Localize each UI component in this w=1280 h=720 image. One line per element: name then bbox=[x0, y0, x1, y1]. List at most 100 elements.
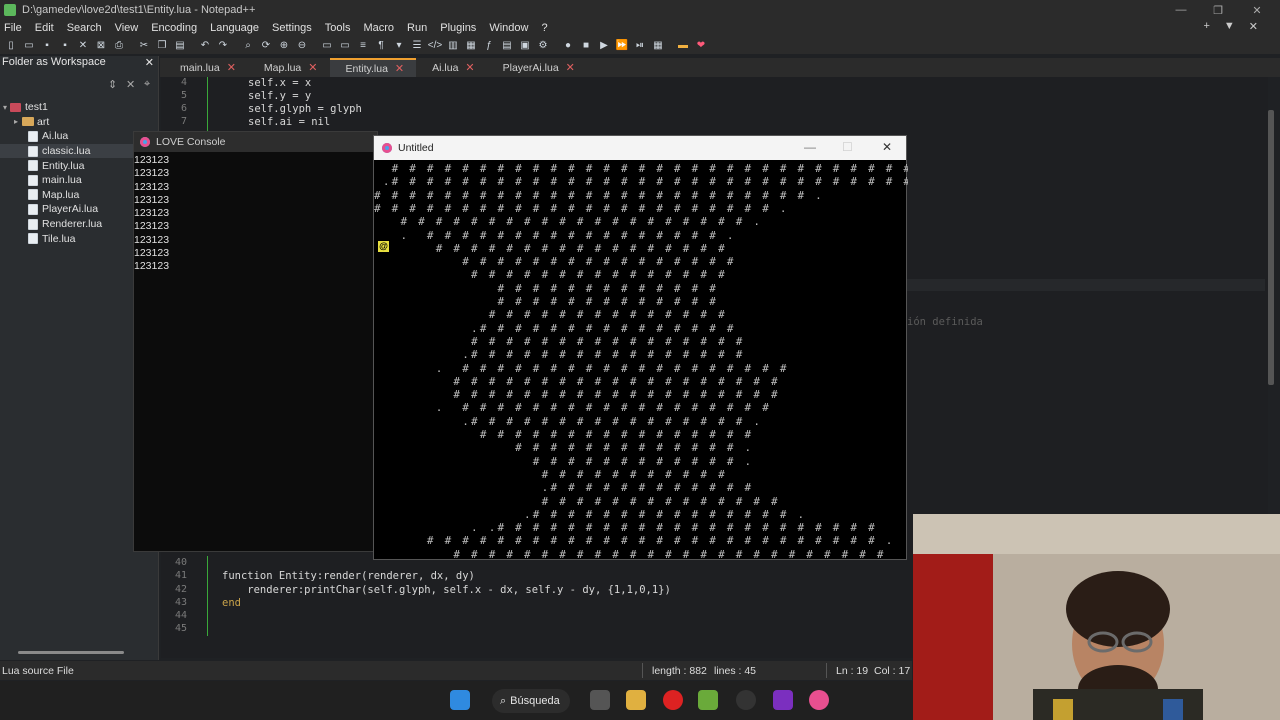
game-window[interactable]: Untitled — ☐ ✕ # # # # # # # # # # # # #… bbox=[373, 135, 908, 560]
record-macro-icon[interactable]: ● bbox=[560, 38, 576, 52]
tab-close-icon[interactable]: ✕ bbox=[566, 61, 575, 74]
monitor-icon[interactable]: ▣ bbox=[517, 38, 533, 52]
love-console-window[interactable]: LOVE Console 123123 123123 123123 123123… bbox=[133, 131, 378, 552]
menu-window[interactable]: Window bbox=[489, 22, 528, 34]
close-window-button[interactable]: ✕ bbox=[1240, 0, 1274, 20]
maximize-button[interactable]: ❐ bbox=[1201, 0, 1235, 20]
tab-close-icon[interactable]: ✕ bbox=[395, 62, 404, 75]
cut-icon[interactable]: ✂ bbox=[136, 38, 152, 52]
indent-guide-icon[interactable]: ☰ bbox=[409, 38, 425, 52]
plugin-icon[interactable]: ▬ bbox=[675, 38, 691, 52]
minimize-button[interactable]: — bbox=[1164, 0, 1198, 20]
doc-list-icon[interactable]: ▤ bbox=[499, 38, 515, 52]
tree-root[interactable]: ▾ test1 bbox=[0, 100, 158, 115]
locate-file-icon[interactable]: ⌖ bbox=[144, 78, 150, 91]
game-titlebar[interactable]: Untitled — ☐ ✕ bbox=[374, 136, 906, 160]
menu-language[interactable]: Language bbox=[210, 22, 259, 34]
play-macro-icon[interactable]: ▶ bbox=[596, 38, 612, 52]
tab-close-icon[interactable]: ✕ bbox=[227, 61, 236, 74]
sync-h-icon[interactable]: ▭ bbox=[337, 38, 353, 52]
play-multiple-icon[interactable]: ⏩ bbox=[614, 38, 630, 52]
line-number: 5 bbox=[180, 90, 187, 101]
menu-file[interactable]: File bbox=[4, 22, 22, 34]
tree-item-label: PlayerAi.lua bbox=[42, 203, 99, 216]
html-tag-icon[interactable]: </> bbox=[427, 38, 443, 52]
stop-macro-icon[interactable]: ■ bbox=[578, 38, 594, 52]
find-icon[interactable]: ⌕ bbox=[240, 38, 256, 52]
editor-vertical-scrollbar[interactable] bbox=[1268, 110, 1274, 385]
replace-icon[interactable]: ⟳ bbox=[258, 38, 274, 52]
menu-settings[interactable]: Settings bbox=[272, 22, 312, 34]
word-wrap-icon[interactable]: ≡ bbox=[355, 38, 371, 52]
tree-item-art[interactable]: ▸ art bbox=[0, 115, 158, 130]
new-tab-plus-icon[interactable]: + bbox=[1203, 20, 1209, 33]
steam-icon[interactable] bbox=[736, 690, 756, 710]
tab-playerai-lua[interactable]: PlayerAi.lua ✕ bbox=[487, 58, 587, 77]
menu-help[interactable]: ? bbox=[541, 22, 547, 34]
menu-view[interactable]: View bbox=[115, 22, 139, 34]
run-icon[interactable]: ⏯ bbox=[632, 38, 648, 52]
heart-icon[interactable]: ❤ bbox=[693, 38, 709, 52]
windows-start-icon[interactable] bbox=[450, 690, 470, 710]
task-view-icon[interactable] bbox=[590, 690, 610, 710]
search-icon: ⌕ bbox=[500, 694, 507, 707]
console-line: 123123 bbox=[134, 154, 170, 166]
taskbar-search[interactable]: ⌕ Búsqueda bbox=[492, 689, 570, 713]
menu-run[interactable]: Run bbox=[407, 22, 427, 34]
code-line: end bbox=[222, 597, 241, 609]
menu-plugins[interactable]: Plugins bbox=[440, 22, 476, 34]
chevron-down-icon[interactable]: ▾ bbox=[3, 103, 7, 112]
console-titlebar[interactable]: LOVE Console bbox=[134, 132, 377, 152]
close-all-icon[interactable]: ⊠ bbox=[93, 38, 109, 52]
tab-entity-lua[interactable]: Entity.lua ✕ bbox=[329, 58, 417, 77]
menu-macro[interactable]: Macro bbox=[363, 22, 394, 34]
tab-close-icon[interactable]: ✕ bbox=[308, 61, 317, 74]
collapse-all-icon[interactable]: ✕ bbox=[126, 78, 135, 91]
close-panel-icon[interactable]: ✕ bbox=[145, 56, 154, 69]
onenote-icon[interactable] bbox=[773, 690, 793, 710]
function-list-icon[interactable]: ƒ bbox=[481, 38, 497, 52]
zoom-out-icon[interactable]: ⊖ bbox=[294, 38, 310, 52]
redo-icon[interactable]: ↷ bbox=[215, 38, 231, 52]
paste-icon[interactable]: ▤ bbox=[172, 38, 188, 52]
save-icon[interactable]: ▪ bbox=[39, 38, 55, 52]
expand-all-icon[interactable]: ⇕ bbox=[108, 78, 117, 91]
tab-ai-lua[interactable]: Ai.lua ✕ bbox=[416, 58, 486, 77]
map-row: # # # # # # # # # # # # # # # # # # # # … bbox=[374, 547, 886, 560]
tab-close-icon[interactable]: ✕ bbox=[465, 61, 474, 74]
close-file-icon[interactable]: ✕ bbox=[75, 38, 91, 52]
game-maximize-button[interactable]: ☐ bbox=[842, 140, 853, 154]
console-title: LOVE Console bbox=[156, 136, 226, 148]
undo-icon[interactable]: ↶ bbox=[197, 38, 213, 52]
open-file-icon[interactable]: ▭ bbox=[21, 38, 37, 52]
folder-workspace-icon[interactable]: ▥ bbox=[445, 38, 461, 52]
menu-edit[interactable]: Edit bbox=[35, 22, 54, 34]
tab-list-dropdown-icon[interactable]: ▼ bbox=[1224, 20, 1235, 33]
save-all-icon[interactable]: ▪ bbox=[57, 38, 73, 52]
tab-map-lua[interactable]: Map.lua ✕ bbox=[248, 58, 330, 77]
menu-tools[interactable]: Tools bbox=[325, 22, 351, 34]
save-macro-icon[interactable]: ▦ bbox=[650, 38, 666, 52]
menu-encoding[interactable]: Encoding bbox=[151, 22, 197, 34]
new-file-icon[interactable]: ▯ bbox=[3, 38, 19, 52]
menu-search[interactable]: Search bbox=[67, 22, 102, 34]
game-close-button[interactable]: ✕ bbox=[882, 140, 892, 154]
tab-main-lua[interactable]: main.lua ✕ bbox=[164, 58, 248, 77]
game-minimize-button[interactable]: — bbox=[804, 140, 816, 154]
panel-horizontal-scrollbar[interactable] bbox=[18, 651, 124, 654]
love2d-icon[interactable] bbox=[809, 690, 829, 710]
file-explorer-icon[interactable] bbox=[626, 690, 646, 710]
print-icon[interactable]: ⎙ bbox=[111, 38, 127, 52]
map-row: # # # # # # # # # # # # # # # # bbox=[374, 428, 754, 441]
chevron-right-icon[interactable]: ▸ bbox=[14, 117, 18, 126]
dropdown-icon[interactable]: ▾ bbox=[391, 38, 407, 52]
notepadpp-icon[interactable] bbox=[698, 690, 718, 710]
settings-gear-icon[interactable]: ⚙ bbox=[535, 38, 551, 52]
zoom-in-icon[interactable]: ⊕ bbox=[276, 38, 292, 52]
sync-v-icon[interactable]: ▭ bbox=[319, 38, 335, 52]
show-all-chars-icon[interactable]: ¶ bbox=[373, 38, 389, 52]
doc-map-icon[interactable]: ▦ bbox=[463, 38, 479, 52]
opera-icon[interactable] bbox=[663, 690, 683, 710]
close-doc-icon[interactable]: ✕ bbox=[1249, 20, 1258, 33]
copy-icon[interactable]: ❐ bbox=[154, 38, 170, 52]
